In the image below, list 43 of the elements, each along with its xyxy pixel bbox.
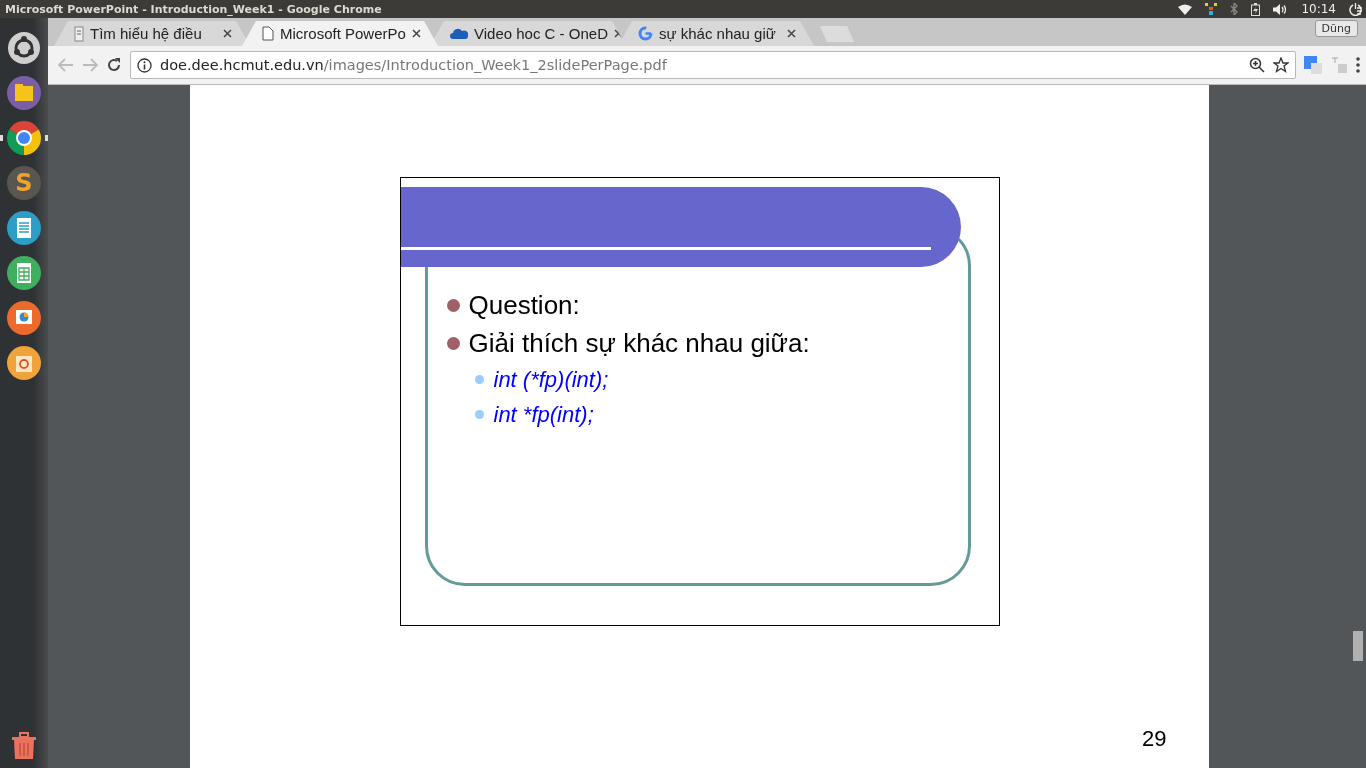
- close-icon[interactable]: [411, 29, 421, 38]
- browser-icon[interactable]: [7, 120, 41, 155]
- dash-icon[interactable]: [7, 30, 41, 65]
- bullet-text: Question:: [468, 289, 580, 321]
- trash-icon[interactable]: [11, 731, 37, 760]
- close-icon[interactable]: [787, 29, 796, 38]
- profile-button[interactable]: Dũng: [1314, 20, 1358, 37]
- folder-icon[interactable]: [7, 75, 41, 110]
- window-title: Microsoft PowerPoint - Introduction_Week1 - Google Chrome: [5, 2, 383, 16]
- bullet-text: Giải thích sự khác nhau giữa:: [468, 327, 810, 359]
- power-icon[interactable]: [1349, 2, 1362, 16]
- code-text: int *fp(int);: [493, 401, 594, 428]
- google-icon: [638, 26, 653, 41]
- star-icon[interactable]: [1273, 57, 1289, 73]
- code-text: int (*fp)(int);: [493, 366, 609, 393]
- menu-icon[interactable]: [1356, 57, 1360, 73]
- bullet-dot: [446, 336, 460, 350]
- page-icon: [262, 26, 274, 41]
- battery-icon[interactable]: [1251, 2, 1261, 16]
- presentation-icon[interactable]: [7, 300, 41, 335]
- bullet-dot: [474, 410, 484, 419]
- file-icon: [74, 25, 84, 42]
- wifi-icon[interactable]: [1178, 3, 1193, 15]
- network-icon[interactable]: [1205, 3, 1218, 15]
- scrollbar-thumb[interactable]: [1353, 631, 1363, 661]
- bullet-dot: [474, 375, 484, 384]
- translate-icon[interactable]: [1304, 56, 1322, 74]
- url-text: doe.dee.hcmut.edu.vn/images/Introduction_Week1_2slidePerPage.pdf: [160, 57, 668, 73]
- browser-tab[interactable]: Microsoft PowerPo: [242, 21, 438, 46]
- document-icon[interactable]: [7, 210, 41, 245]
- page-number: 29: [1142, 726, 1167, 752]
- cloud-icon: [450, 27, 468, 40]
- close-icon[interactable]: [223, 29, 232, 38]
- volume-icon[interactable]: [1273, 3, 1289, 15]
- zoom-icon[interactable]: [1249, 57, 1265, 73]
- address-field[interactable]: doe.dee.hcmut.edu.vn/images/Introduction_Week1_2slidePerPage.pdf: [130, 51, 1296, 79]
- info-icon[interactable]: [137, 57, 152, 73]
- spreadsheet-icon[interactable]: [7, 255, 41, 290]
- bullet-dot: [446, 298, 460, 312]
- bluetooth-icon[interactable]: [1230, 3, 1239, 15]
- reload-icon[interactable]: [106, 57, 122, 73]
- clock[interactable]: 10:14: [1301, 2, 1336, 16]
- shopping-bag-icon[interactable]: [7, 345, 41, 380]
